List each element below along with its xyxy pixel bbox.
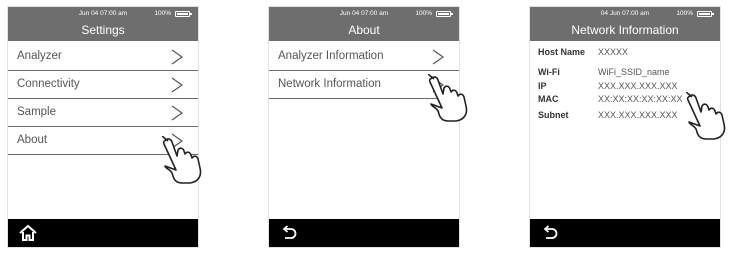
info-value: XXXXX bbox=[598, 47, 629, 57]
info-value: XXX.XXX.XXX.XXX bbox=[598, 81, 678, 91]
chevron-right-icon bbox=[171, 105, 184, 121]
menu-item-label: Connectivity bbox=[17, 78, 80, 90]
tap-hand-icon bbox=[428, 74, 468, 122]
info-key: IP bbox=[538, 81, 547, 91]
bottom-nav-bar bbox=[530, 219, 720, 247]
header: 04 Jun 07:00 am 100% Network Information bbox=[530, 7, 720, 41]
home-icon[interactable] bbox=[18, 223, 38, 243]
menu-item-label: Sample bbox=[17, 106, 56, 118]
menu-item-label: Network Information bbox=[278, 78, 381, 90]
page-title: About bbox=[348, 23, 380, 37]
menu-item-label: Analyzer bbox=[17, 50, 62, 62]
battery-percent: 100% bbox=[154, 10, 171, 17]
menu-item-analyzer-information[interactable]: Analyzer Information bbox=[269, 43, 459, 71]
battery-status: 100% bbox=[415, 10, 453, 17]
info-key: Wi-Fi bbox=[538, 67, 560, 77]
battery-icon bbox=[175, 10, 192, 17]
back-arrow-icon[interactable] bbox=[279, 223, 299, 243]
back-arrow-icon[interactable] bbox=[540, 223, 560, 243]
header: Jun 04 07:00 am 100% About bbox=[269, 7, 459, 41]
battery-icon bbox=[697, 10, 714, 17]
bottom-nav-bar bbox=[269, 219, 459, 247]
bottom-nav-bar bbox=[8, 219, 198, 247]
header: Jun 04 07:00 am 100% Settings bbox=[8, 7, 198, 41]
battery-icon bbox=[436, 10, 453, 17]
info-value: XX:XX:XX:XX:XX:XX bbox=[598, 94, 683, 104]
status-bar: Jun 04 07:00 am 100% bbox=[8, 10, 198, 20]
page-title: Network Information bbox=[571, 23, 679, 37]
menu-item-connectivity[interactable]: Connectivity bbox=[8, 71, 198, 99]
menu-item-label: Analyzer Information bbox=[278, 50, 384, 62]
battery-percent: 100% bbox=[676, 10, 693, 17]
chevron-right-icon bbox=[432, 49, 445, 65]
menu-item-sample[interactable]: Sample bbox=[8, 99, 198, 127]
page-title: Settings bbox=[81, 23, 125, 37]
about-screen: Jun 04 07:00 am 100% About Analyzer Info… bbox=[268, 6, 460, 248]
settings-screen: Jun 04 07:00 am 100% Settings Analyzer C… bbox=[7, 6, 199, 248]
menu-item-analyzer[interactable]: Analyzer bbox=[8, 43, 198, 71]
status-bar: 04 Jun 07:00 am 100% bbox=[530, 10, 720, 20]
status-bar: Jun 04 07:00 am 100% bbox=[269, 10, 459, 20]
battery-status: 100% bbox=[154, 10, 192, 17]
chevron-right-icon bbox=[171, 49, 184, 65]
info-key: Subnet bbox=[538, 110, 569, 120]
info-value: XXX.XXX.XXX.XXX bbox=[598, 110, 678, 120]
tap-hand-icon bbox=[686, 92, 726, 140]
menu-item-label: About bbox=[17, 134, 48, 146]
battery-percent: 100% bbox=[415, 10, 432, 17]
info-key: MAC bbox=[538, 94, 559, 104]
battery-status: 100% bbox=[676, 10, 714, 17]
tap-hand-icon bbox=[162, 136, 202, 184]
info-value: WiFi_SSID_name bbox=[598, 67, 670, 77]
info-key: Host Name bbox=[538, 47, 586, 57]
chevron-right-icon bbox=[171, 77, 184, 93]
